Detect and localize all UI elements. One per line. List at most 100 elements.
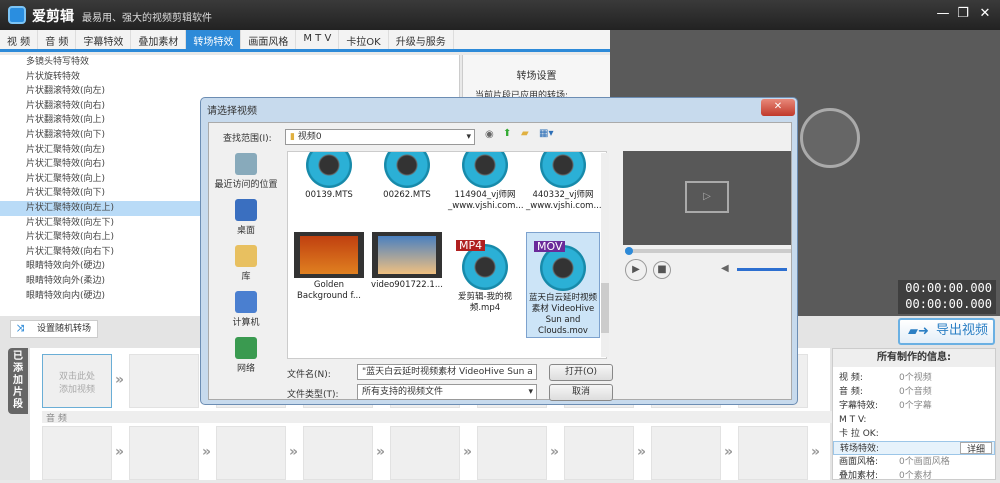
app-logo-icon	[8, 6, 26, 24]
place-icon	[235, 337, 257, 359]
filetype-select[interactable]: 所有支持的视频文件 ▾	[357, 384, 537, 400]
audio-slot[interactable]	[738, 426, 808, 480]
video-file-icon	[382, 152, 432, 188]
info-value: 0个视频	[899, 373, 932, 383]
tab-overlay[interactable]: 叠加素材	[131, 30, 187, 49]
place-label: 计算机	[232, 318, 260, 328]
info-key: M T V:	[839, 415, 867, 425]
arrow-icon: »	[202, 444, 212, 460]
info-row: M T V:	[833, 413, 995, 427]
info-key: 转场特效:	[840, 444, 880, 454]
tab-style[interactable]: 画面风格	[241, 30, 297, 49]
open-button[interactable]: 打开(O)	[549, 364, 613, 381]
select-video-dialog: 请选择视频 ✕ 查找范围(I): ▮ 视频0 ▾ ◉ ⬆ ▰ ▦▾ 最近访问的位置…	[200, 97, 798, 405]
main-tabs: 视 频 音 频 字幕特效 叠加素材 转场特效 画面风格 M T V 卡拉OK 升…	[0, 30, 610, 52]
export-label: 导出视频	[936, 323, 989, 338]
audio-slot[interactable]	[216, 426, 286, 480]
file-item[interactable]: MOV 蓝天白云延时视频素材 VideoHive Sun and Clouds.m…	[526, 232, 600, 338]
file-list-scrollbar[interactable]	[601, 153, 609, 357]
video-thumbnail	[372, 232, 442, 278]
effect-item[interactable]: 多镜头特写特效	[0, 55, 459, 70]
effect-item[interactable]: 片状旋转特效	[0, 70, 459, 85]
detail-button[interactable]: 详细	[959, 442, 992, 455]
file-type-badge: MOV	[534, 241, 566, 252]
audio-slot[interactable]	[390, 426, 460, 480]
added-clips-label: 已添加片段	[13, 351, 23, 410]
added-clips-tab[interactable]: 已添加片段	[8, 348, 28, 414]
info-value: 0个画面风格	[899, 457, 950, 467]
dialog-close-button[interactable]: ✕	[761, 99, 795, 116]
place-item[interactable]: 库	[211, 245, 281, 282]
file-type-badge: MP4	[456, 240, 486, 251]
place-item[interactable]: 网络	[211, 337, 281, 374]
tab-transition[interactable]: 转场特效	[186, 30, 242, 49]
cancel-button[interactable]: 取消	[549, 384, 613, 401]
info-value: 0个音频	[899, 387, 932, 397]
export-video-button[interactable]: ▰➜ 导出视频	[898, 318, 995, 345]
info-row: 卡 拉 OK:	[833, 427, 995, 441]
audio-slot[interactable]	[129, 426, 199, 480]
place-label: 库	[241, 272, 251, 282]
info-key: 字幕特效:	[839, 401, 879, 411]
arrow-icon: »	[811, 444, 821, 460]
file-item[interactable]: video901722.1...	[370, 232, 444, 291]
info-row: 转场特效: 详细	[833, 441, 995, 455]
volume-slider[interactable]	[737, 268, 787, 271]
view-menu-icon[interactable]: ▦▾	[539, 128, 553, 139]
export-icon: ▰➜	[908, 324, 929, 339]
file-name: 114904_vj师网_www.vjshi.com...	[448, 190, 524, 211]
info-value: 0个字幕	[899, 401, 932, 411]
tab-video[interactable]: 视 频	[0, 30, 39, 49]
tab-karaoke[interactable]: 卡拉OK	[339, 30, 389, 49]
chevron-down-icon: ▾	[466, 132, 471, 142]
file-item[interactable]: Golden Background f...	[292, 232, 366, 302]
stop-button[interactable]: ■	[653, 261, 671, 279]
arrow-icon: »	[550, 444, 560, 460]
file-item[interactable]: 440332_vj师网_www.vjshi.com...	[526, 152, 602, 212]
filename-input[interactable]: "蓝天白云延时视频素材 VideoHive Sun a	[357, 364, 537, 380]
up-folder-icon[interactable]: ⬆	[503, 128, 511, 139]
info-row: 音 频: 0个音频	[833, 385, 995, 399]
restore-button[interactable]: ❐	[954, 6, 972, 24]
close-button[interactable]: ✕	[976, 6, 994, 24]
new-folder-icon[interactable]: ▰	[521, 128, 529, 139]
video-slot[interactable]	[129, 354, 199, 408]
video-file-icon	[304, 152, 354, 188]
audio-slot[interactable]	[303, 426, 373, 480]
tab-mtv[interactable]: M T V	[296, 30, 340, 49]
tab-upgrade[interactable]: 升级与服务	[389, 30, 454, 49]
tab-subtitle[interactable]: 字幕特效	[76, 30, 132, 49]
info-row: 画面风格: 0个画面风格	[833, 455, 995, 469]
audio-slot[interactable]	[564, 426, 634, 480]
video-file-icon	[460, 152, 510, 188]
audio-slot[interactable]	[651, 426, 721, 480]
file-item[interactable]: 00262.MTS	[370, 152, 444, 201]
lookin-select[interactable]: ▮ 视频0 ▾	[285, 129, 475, 145]
video-preview: ▷	[623, 151, 791, 245]
video-file-icon	[538, 152, 588, 188]
info-title: 所有制作的信息:	[833, 349, 995, 367]
filetype-label: 文件类型(T):	[287, 390, 339, 400]
place-item[interactable]: 桌面	[211, 199, 281, 236]
file-item[interactable]: 114904_vj师网_www.vjshi.com...	[448, 152, 524, 212]
arrow-icon: »	[115, 444, 125, 460]
tab-audio[interactable]: 音 频	[38, 30, 77, 49]
file-item[interactable]: MP4 爱剪辑-我的视频.mp4	[448, 232, 522, 314]
add-video-slot[interactable]: 双击此处 添加视频	[42, 354, 112, 408]
place-item[interactable]: 最近访问的位置	[211, 153, 281, 190]
folder-icon: ▮	[290, 132, 295, 142]
minimize-button[interactable]: —	[934, 6, 952, 24]
file-item[interactable]: 00139.MTS	[292, 152, 366, 201]
dialog-body: 查找范围(I): ▮ 视频0 ▾ ◉ ⬆ ▰ ▦▾ 最近访问的位置 桌面库计算机 网络…	[208, 122, 792, 401]
audio-slot[interactable]	[477, 426, 547, 480]
random-transition-button[interactable]: ⤨ 设置随机转场	[10, 320, 98, 338]
folder-name: 视频0	[297, 132, 322, 142]
audio-slot[interactable]	[42, 426, 112, 480]
preview-seek-bar[interactable]	[625, 247, 791, 255]
place-item[interactable]: 计算机	[211, 291, 281, 328]
info-key: 视 频:	[839, 373, 863, 383]
place-label: 最近访问的位置	[214, 180, 278, 190]
back-icon[interactable]: ◉	[485, 129, 494, 140]
info-row: 叠加素材: 0个素材	[833, 469, 995, 483]
play-button[interactable]: ▶	[625, 259, 647, 281]
